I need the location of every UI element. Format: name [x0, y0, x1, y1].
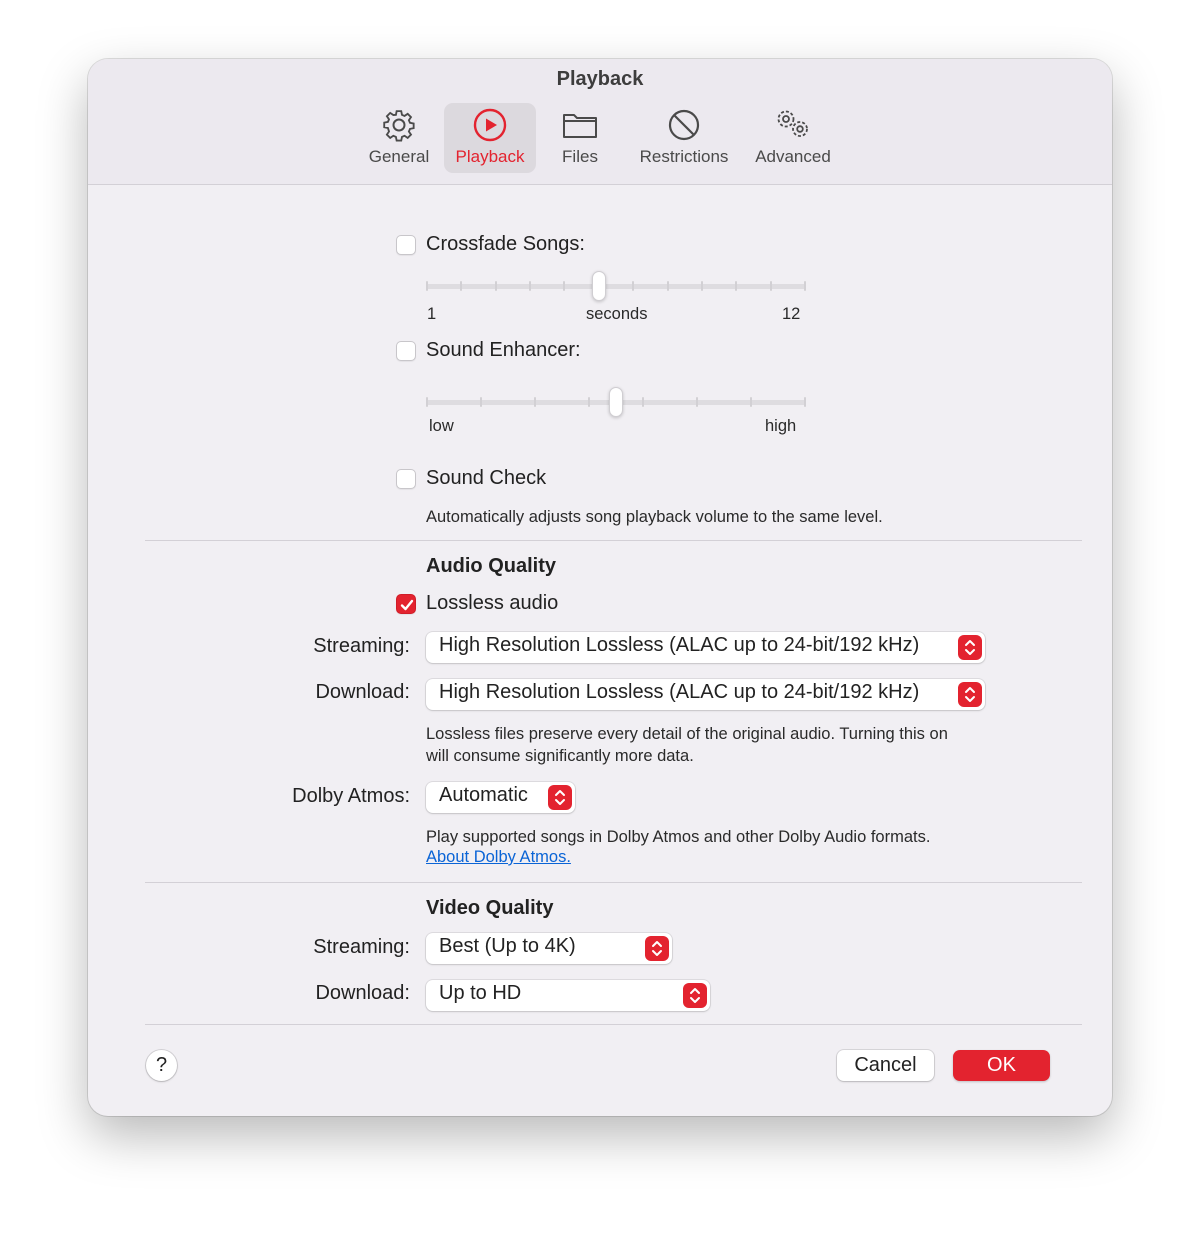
video-streaming-value: Best (Up to 4K): [439, 935, 576, 957]
sound-enhancer-checkbox[interactable]: [396, 341, 416, 361]
about-dolby-atmos-link[interactable]: About Dolby Atmos.: [426, 848, 571, 867]
select-stepper-icon: [683, 983, 707, 1008]
crossfade-max-label: 12: [782, 305, 801, 323]
sound-check-label: Sound Check: [426, 467, 547, 489]
audio-download-value: High Resolution Lossless (ALAC up to 24-…: [439, 681, 920, 703]
gears-icon: [772, 107, 814, 148]
gear-icon: [381, 107, 417, 148]
audio-streaming-label: Streaming:: [313, 635, 410, 657]
select-stepper-icon: [958, 682, 982, 707]
play-circle-icon: [472, 107, 508, 148]
help-button[interactable]: ?: [146, 1050, 177, 1081]
slider-tick: [696, 397, 698, 407]
slider-tick: [529, 281, 532, 291]
toolbar: Playback General Playback Files Restrict…: [88, 59, 1112, 185]
crossfade-slider[interactable]: [426, 271, 806, 301]
select-stepper-icon: [958, 635, 982, 660]
crossfade-checkbox[interactable]: [396, 235, 416, 255]
tab-playback[interactable]: Playback: [444, 103, 536, 173]
sound-enhancer-label: Sound Enhancer:: [426, 339, 581, 361]
crossfade-label: Crossfade Songs:: [426, 233, 585, 255]
video-download-select[interactable]: Up to HD: [426, 980, 710, 1011]
sound-enhancer-slider[interactable]: [426, 387, 806, 417]
divider: [145, 1024, 1082, 1025]
slider-tick: [750, 397, 752, 407]
lossless-note-line-1: Lossless files preserve every detail of …: [426, 725, 948, 743]
folder-icon: [561, 107, 599, 148]
dolby-atmos-label: Dolby Atmos:: [292, 785, 410, 807]
preferences-window: Playback General Playback Files Restrict…: [88, 59, 1112, 1116]
slider-tick: [804, 397, 806, 407]
slider-tick: [494, 281, 497, 291]
slider-tick: [642, 397, 644, 407]
slider-tick: [632, 281, 635, 291]
slider-tick: [534, 397, 536, 407]
slider-tick: [769, 281, 772, 291]
crossfade-slider-thumb[interactable]: [592, 271, 607, 301]
tab-restrictions-label: Restrictions: [639, 147, 729, 166]
cancel-button[interactable]: Cancel: [837, 1050, 934, 1081]
dolby-atmos-select[interactable]: Automatic: [426, 782, 575, 813]
slider-tick: [666, 281, 669, 291]
slider-tick: [735, 281, 738, 291]
tab-playback-label: Playback: [455, 147, 525, 166]
sound-check-description: Automatically adjusts song playback volu…: [426, 508, 883, 526]
checkmark-icon: [400, 599, 414, 611]
sound-enhancer-min-label: low: [429, 417, 454, 435]
divider: [145, 540, 1082, 541]
ok-button[interactable]: OK: [953, 1050, 1050, 1081]
window-title: Playback: [556, 68, 644, 90]
crossfade-slider-track: [426, 284, 806, 289]
audio-streaming-value: High Resolution Lossless (ALAC up to 24-…: [439, 634, 920, 656]
select-stepper-icon: [645, 936, 669, 961]
sound-enhancer-slider-thumb[interactable]: [609, 387, 623, 417]
tab-files[interactable]: Files: [540, 103, 620, 173]
tab-general[interactable]: General: [358, 103, 440, 173]
tab-general-label: General: [368, 147, 430, 166]
slider-tick: [426, 397, 428, 407]
slider-tick: [700, 281, 703, 291]
slider-tick: [426, 281, 428, 291]
prohibited-icon: [666, 107, 702, 148]
lossless-note-line-2: will consume significantly more data.: [426, 747, 694, 765]
slider-tick: [804, 281, 806, 291]
tab-restrictions[interactable]: Restrictions: [628, 103, 740, 173]
lossless-label: Lossless audio: [426, 592, 559, 614]
audio-streaming-select[interactable]: High Resolution Lossless (ALAC up to 24-…: [426, 632, 985, 663]
tab-advanced[interactable]: Advanced: [748, 103, 838, 173]
tab-advanced-label: Advanced: [755, 147, 831, 166]
slider-tick: [588, 397, 590, 407]
audio-download-label: Download:: [315, 681, 410, 703]
sound-check-checkbox[interactable]: [396, 469, 416, 489]
crossfade-min-label: 1: [427, 305, 437, 323]
divider: [145, 882, 1082, 883]
tab-files-label: Files: [562, 147, 598, 166]
sound-enhancer-max-label: high: [765, 417, 797, 435]
video-streaming-label: Streaming:: [313, 936, 410, 958]
select-stepper-icon: [548, 785, 572, 810]
dolby-atmos-note: Play supported songs in Dolby Atmos and …: [426, 828, 931, 846]
audio-quality-heading: Audio Quality: [426, 555, 556, 577]
video-quality-heading: Video Quality: [426, 897, 554, 919]
slider-tick: [480, 397, 482, 407]
lossless-checkbox[interactable]: [396, 594, 416, 614]
video-download-label: Download:: [315, 982, 410, 1004]
video-streaming-select[interactable]: Best (Up to 4K): [426, 933, 672, 964]
crossfade-mid-label: seconds: [586, 305, 648, 323]
audio-download-select[interactable]: High Resolution Lossless (ALAC up to 24-…: [426, 679, 985, 710]
dolby-atmos-value: Automatic: [439, 784, 528, 806]
video-download-value: Up to HD: [439, 982, 522, 1004]
